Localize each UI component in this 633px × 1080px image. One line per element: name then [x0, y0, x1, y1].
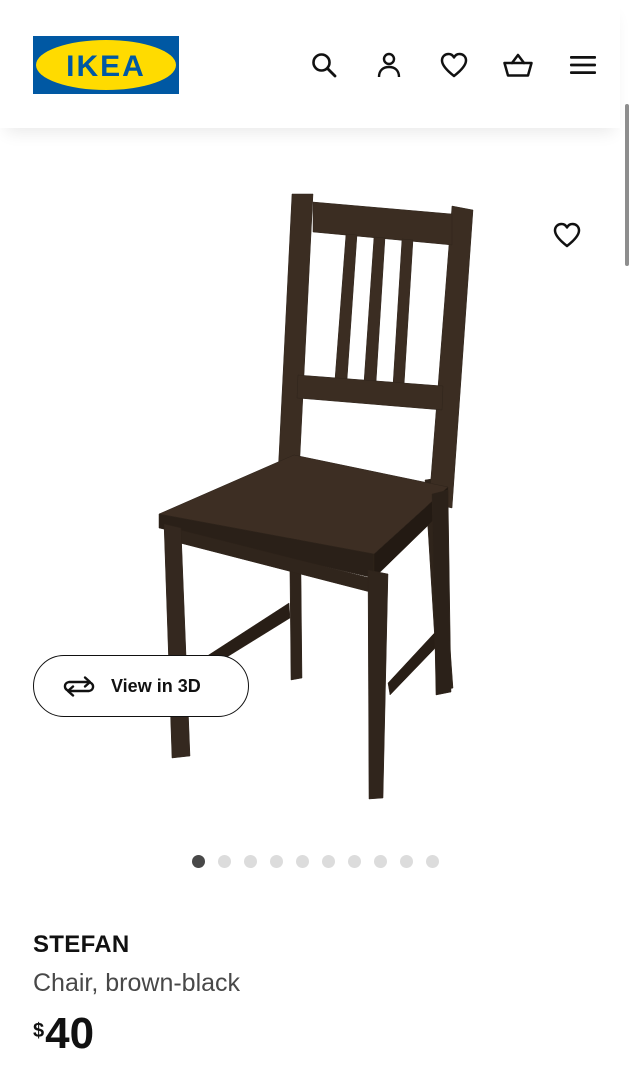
price-amount: 40: [45, 1009, 95, 1058]
profile-icon: [377, 52, 401, 78]
carousel-dot[interactable]: [270, 854, 283, 868]
menu-button[interactable]: [563, 45, 603, 85]
carousel-dot[interactable]: [426, 854, 439, 868]
profile-button[interactable]: [369, 45, 409, 85]
page-scrollbar[interactable]: [625, 104, 629, 266]
price-currency: $: [33, 1020, 45, 1042]
carousel-dot[interactable]: [322, 854, 335, 868]
heart-icon: [553, 222, 581, 248]
carousel-dot[interactable]: [400, 854, 413, 868]
basket-button[interactable]: [498, 45, 538, 85]
site-header: IKEA: [0, 0, 620, 128]
menu-icon: [570, 56, 596, 74]
product-name: STEFAN: [33, 931, 130, 958]
product-image-gallery[interactable]: [0, 128, 633, 828]
basket-icon: [503, 53, 533, 77]
product-price: $ 40: [33, 1012, 94, 1056]
search-icon: [312, 53, 337, 78]
logo-text: IKEA: [66, 50, 146, 83]
search-button[interactable]: [304, 45, 344, 85]
ikea-logo[interactable]: IKEA: [33, 36, 179, 94]
favourites-button[interactable]: [434, 45, 474, 85]
product-description: Chair, brown-black: [33, 969, 241, 997]
carousel-dot[interactable]: [192, 854, 205, 868]
carousel-dot[interactable]: [374, 854, 387, 868]
view-in-3d-label: View in 3D: [111, 675, 201, 696]
view-in-3d-button[interactable]: View in 3D: [33, 655, 249, 717]
carousel-dot[interactable]: [348, 854, 361, 868]
carousel-dot[interactable]: [296, 854, 309, 868]
heart-icon: [440, 52, 468, 78]
carousel-dot[interactable]: [218, 854, 231, 868]
add-to-favourites-button[interactable]: [547, 215, 587, 255]
image-carousel-indicator: [192, 854, 452, 868]
carousel-dot[interactable]: [244, 854, 257, 868]
rotate-3d-icon: [63, 676, 95, 697]
